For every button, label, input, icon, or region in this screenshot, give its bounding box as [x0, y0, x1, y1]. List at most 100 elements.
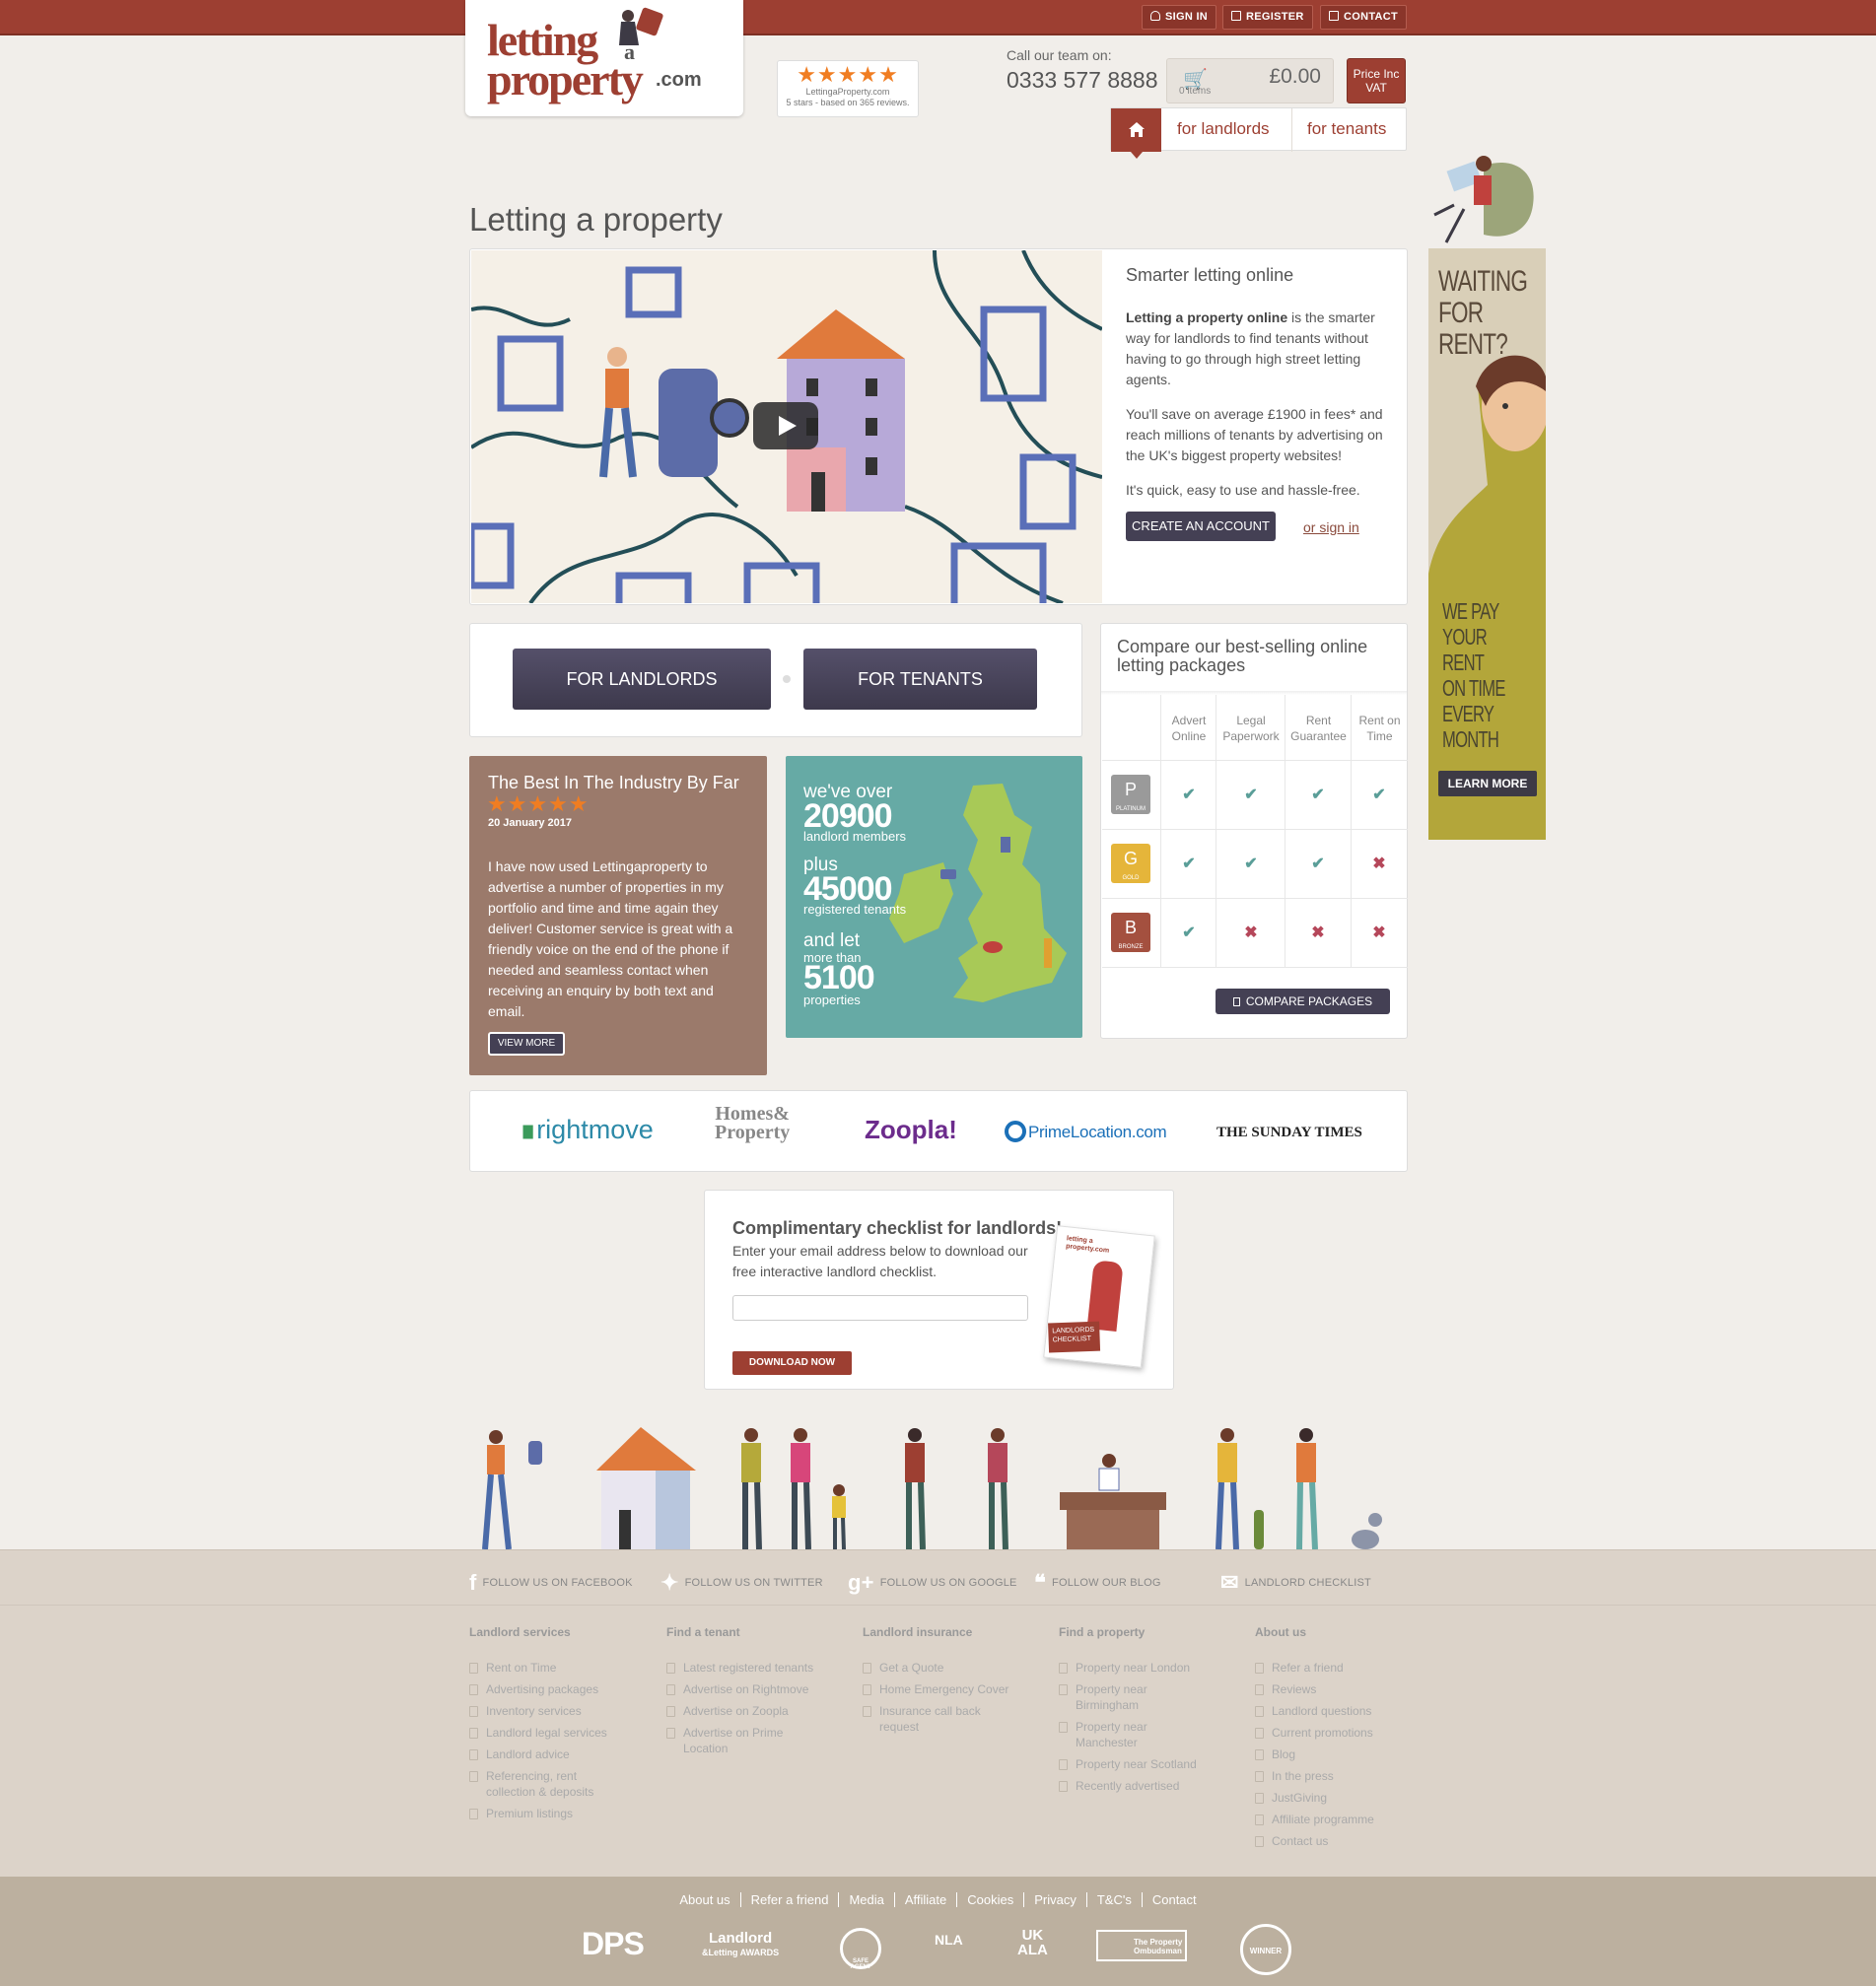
footer-link[interactable]: Home Emergency Cover [863, 1681, 1040, 1697]
sign-in-link[interactable]: or sign in [1303, 519, 1359, 535]
footer-link[interactable]: Premium listings [469, 1806, 647, 1821]
footer-link[interactable]: Advertise on Prime Location [666, 1725, 804, 1756]
twitter-link[interactable]: ✦ FOLLOW US ON TWITTER [660, 1570, 823, 1596]
play-video-button[interactable] [753, 402, 818, 449]
cross-icon: ✖ [1372, 856, 1386, 872]
footer-link[interactable]: Advertise on Rightmove [666, 1681, 844, 1697]
facebook-icon: f [469, 1570, 477, 1595]
footer-link[interactable]: JustGiving [1255, 1790, 1432, 1806]
footer-link[interactable]: Property near Manchester [1059, 1719, 1157, 1750]
package-row-gold[interactable]: G GOLD ✔ ✔ ✔ ✖ [1102, 829, 1408, 898]
waiting-for-rent-ad[interactable]: WAITING FOR RENT? WE PAY YOUR RENT ON TIME E… [1424, 146, 1546, 840]
bottom-link-cookies[interactable]: Cookies [957, 1892, 1025, 1907]
footer-link[interactable]: Latest registered tenants [666, 1660, 844, 1676]
footer-link[interactable]: Property near London [1059, 1660, 1236, 1676]
check-icon: ✔ [1372, 787, 1386, 803]
footer-link[interactable]: Referencing, rent collection & deposits [469, 1768, 617, 1800]
footer-link[interactable]: Affiliate programme [1255, 1812, 1432, 1827]
footer-link[interactable]: Landlord advice [469, 1746, 647, 1762]
phone-number[interactable]: 0333 577 8888 [1007, 67, 1158, 94]
review-title: The Best In The Industry By Far [488, 773, 739, 792]
ad-tagline: WE PAY YOUR RENT ON TIME EVERY MONTH [1442, 598, 1505, 752]
intro-video[interactable] [471, 250, 1102, 603]
landlord-checklist-link[interactable]: ✉ LANDLORD CHECKLIST [1220, 1570, 1371, 1596]
primelocation-ring-icon [1005, 1121, 1026, 1142]
footer-link[interactable]: Recently advertised [1059, 1778, 1236, 1794]
price-vat-toggle[interactable]: Price Inc VAT [1347, 58, 1406, 103]
bottom-bar: About us Refer a friend Media Affiliate Cook… [0, 1877, 1876, 1986]
nav-for-tenants[interactable]: for tenants [1307, 119, 1386, 139]
footer-link[interactable]: Advertising packages [469, 1681, 647, 1697]
footer-link[interactable]: Rent on Time [469, 1660, 647, 1676]
bottom-link-terms[interactable]: T&C's [1086, 1892, 1143, 1907]
zoopla-logo[interactable]: Zoopla! [865, 1115, 957, 1145]
package-row-platinum[interactable]: P PLATINUM ✔ ✔ ✔ ✔ [1102, 760, 1408, 829]
bottom-link-contact[interactable]: Contact [1143, 1892, 1207, 1907]
footer-col-about-us: About us Refer a friend Reviews Landlord… [1255, 1625, 1432, 1855]
mail-icon: ✉ [1220, 1570, 1239, 1595]
sunday-times-logo[interactable]: THE SUNDAY TIMES [1216, 1125, 1362, 1141]
package-row-bronze[interactable]: B BRONZE ✔ ✖ ✖ ✖ [1102, 898, 1408, 967]
footer-link[interactable]: Current promotions [1255, 1725, 1432, 1741]
site-logo[interactable]: letting a property .com [465, 0, 743, 116]
footer-link[interactable]: Landlord legal services [469, 1725, 647, 1741]
footer-link[interactable]: Property near Birmingham [1059, 1681, 1157, 1713]
rightmove-logo[interactable]: ∎rightmove [520, 1115, 654, 1145]
primelocation-logo[interactable]: PrimeLocation.com [1005, 1121, 1167, 1142]
nav-home[interactable] [1111, 108, 1161, 159]
social-bar: f FOLLOW US ON FACEBOOK ✦ FOLLOW US ON TWI… [0, 1549, 1876, 1605]
reading-chair-illustration [1433, 156, 1534, 243]
ukala-logo: UK ALA [1017, 1927, 1048, 1958]
for-landlords-button[interactable]: FOR LANDLORDS [513, 649, 771, 710]
footer-col-find-a-tenant: Find a tenant Latest registered tenants … [666, 1625, 844, 1762]
page-title: Letting a property [469, 201, 723, 238]
nav-divider [1291, 108, 1292, 152]
footer-link[interactable]: Refer a friend [1255, 1660, 1432, 1676]
footer-link[interactable]: Reviews [1255, 1681, 1432, 1697]
footer-link[interactable]: Landlord questions [1255, 1703, 1432, 1719]
footer-link[interactable]: Property near Scotland [1059, 1756, 1236, 1772]
footer-link[interactable]: Insurance call back request [863, 1703, 1001, 1735]
email-input[interactable] [732, 1295, 1028, 1321]
footer-link[interactable]: Advertise on Zoopla [666, 1703, 844, 1719]
bottom-link-about[interactable]: About us [669, 1892, 741, 1907]
view-more-button[interactable]: VIEW MORE [488, 1032, 565, 1056]
stats-properties-label: properties [803, 993, 861, 1007]
ad-learn-more-button[interactable]: LEARN MORE [1438, 771, 1537, 796]
stats-tenants-label: registered tenants [803, 902, 907, 917]
packages-comparison: Compare our best-selling online letting … [1100, 623, 1408, 1039]
basket[interactable]: 🛒 0 items £0.00 [1166, 58, 1334, 103]
for-tenants-button[interactable]: FOR TENANTS [803, 649, 1037, 710]
bottom-link-affiliate[interactable]: Affiliate [894, 1892, 958, 1907]
ad-man-illustration [1428, 355, 1546, 840]
footer-link[interactable]: Inventory services [469, 1703, 647, 1719]
footer-link[interactable]: In the press [1255, 1768, 1432, 1784]
footer-link[interactable]: Contact us [1255, 1833, 1432, 1849]
footer-col-landlord-services: Landlord services Rent on Time Advertisi… [469, 1625, 647, 1827]
sign-in-button[interactable]: SIGN IN [1142, 5, 1217, 30]
nav-for-landlords[interactable]: for landlords [1177, 119, 1270, 139]
column-header: Legal Paperwork [1222, 714, 1280, 743]
facebook-link[interactable]: f FOLLOW US ON FACEBOOK [469, 1570, 633, 1596]
audience-chooser: FOR LANDLORDS FOR TENANTS [469, 623, 1082, 737]
bottom-link-media[interactable]: Media [839, 1892, 895, 1907]
hero-panel: Smarter letting online Letting a propert… [469, 248, 1408, 605]
blog-link[interactable]: ❝ FOLLOW OUR BLOG [1034, 1570, 1161, 1596]
bottom-link-privacy[interactable]: Privacy [1024, 1892, 1087, 1907]
compare-packages-button[interactable]: COMPARE PACKAGES [1216, 989, 1390, 1014]
google-link[interactable]: g+ FOLLOW US ON GOOGLE [848, 1570, 1017, 1596]
homes-property-logo[interactable]: Homes& Property [715, 1104, 790, 1142]
platinum-badge: P PLATINUM [1111, 775, 1150, 814]
download-now-button[interactable]: DOWNLOAD NOW [732, 1351, 852, 1375]
create-account-button[interactable]: CREATE AN ACCOUNT [1126, 512, 1276, 541]
rating-widget[interactable]: ★★★★★ LettingaProperty.com 5 stars - bas… [777, 60, 919, 117]
register-button[interactable]: REGISTER [1222, 5, 1313, 30]
footer-link[interactable]: Get a Quote [863, 1660, 1040, 1676]
contact-button[interactable]: CONTACT [1320, 5, 1408, 30]
top-bar: SIGN IN REGISTER CONTACT [0, 0, 1876, 35]
home-icon [1128, 122, 1145, 137]
edit-icon [1231, 11, 1241, 21]
checklist-title: Complimentary checklist for landlords! [732, 1218, 1063, 1238]
footer-link[interactable]: Blog [1255, 1746, 1432, 1762]
bottom-link-refer[interactable]: Refer a friend [740, 1892, 840, 1907]
